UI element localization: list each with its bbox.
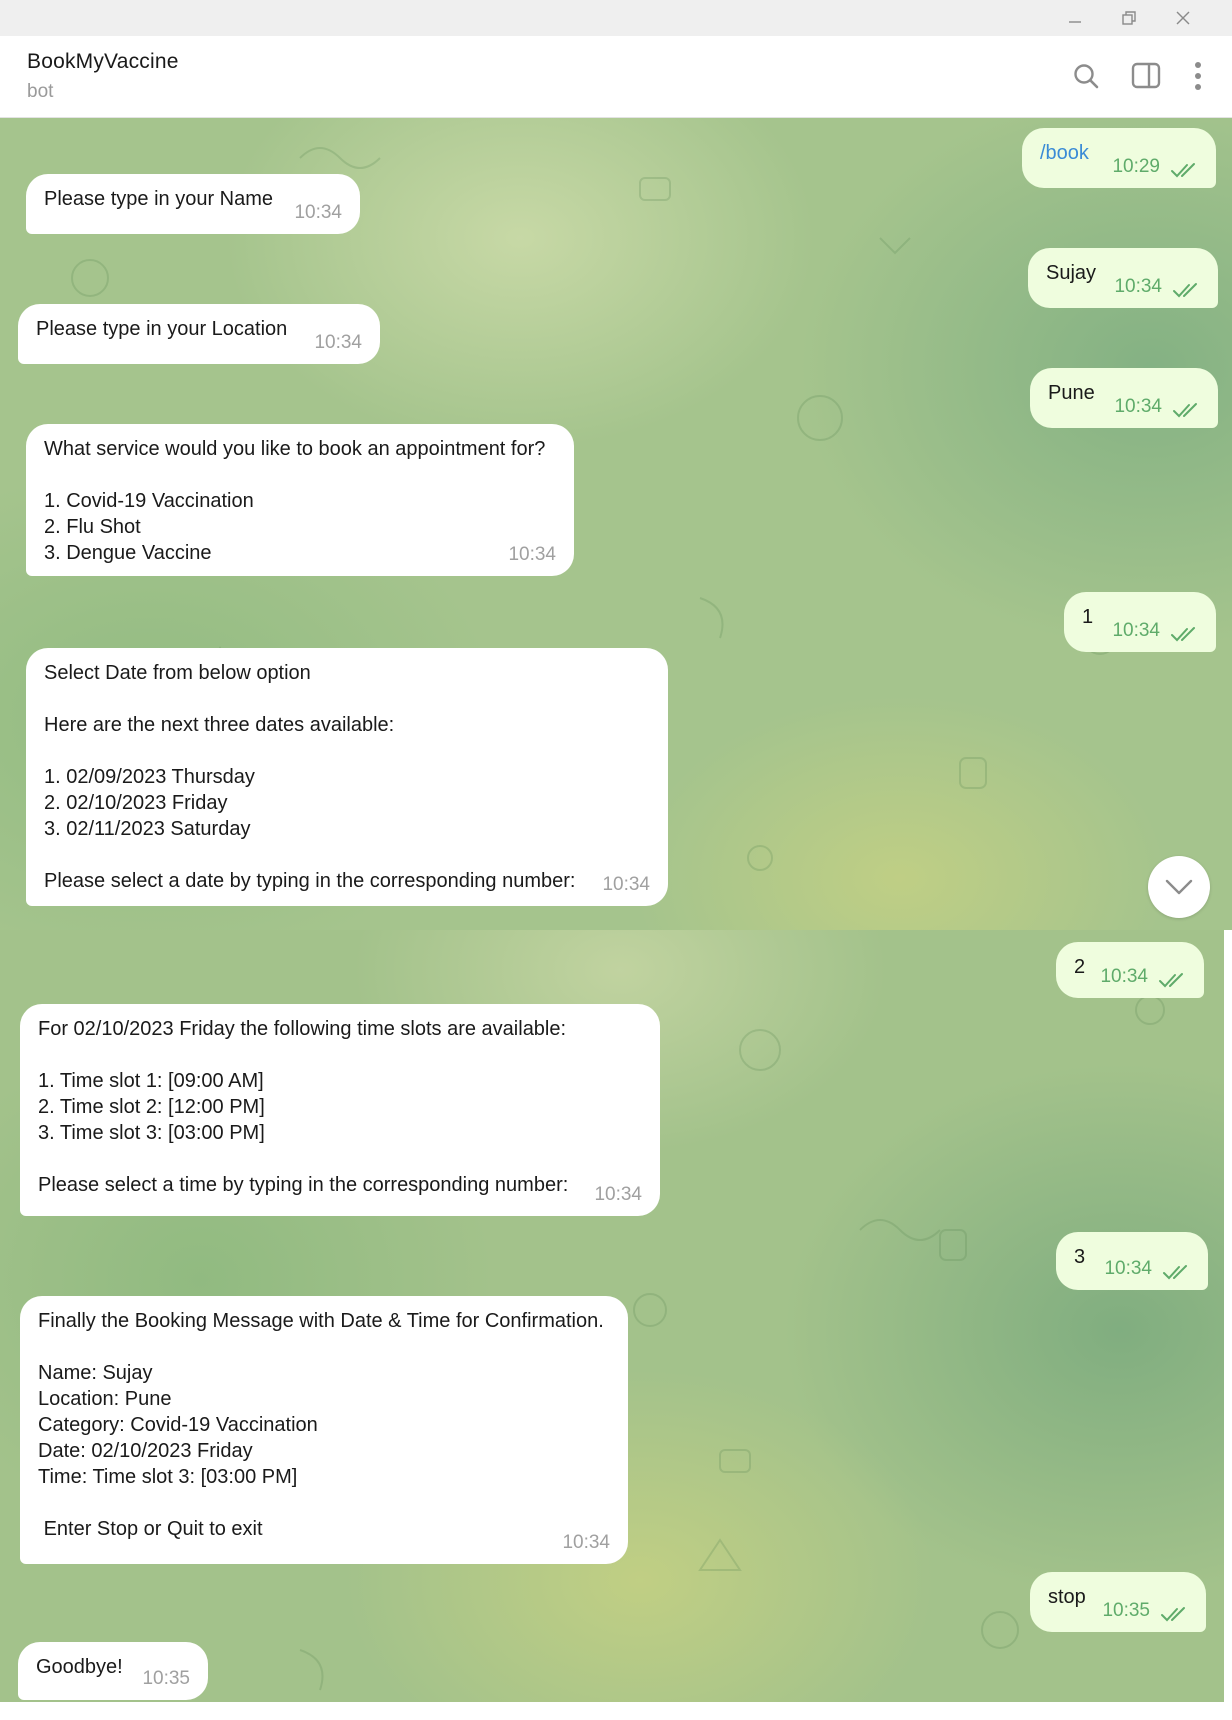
minimize-icon: [1069, 21, 1081, 23]
outgoing-message[interactable]: 3 10:34: [1056, 1232, 1208, 1290]
incoming-message[interactable]: Finally the Booking Message with Date & …: [20, 1296, 628, 1564]
read-receipt-icon: [1163, 1265, 1187, 1280]
message-time: 10:34: [1114, 396, 1162, 417]
read-receipt-icon: [1173, 403, 1197, 418]
chevron-down-icon: [1165, 879, 1193, 895]
message-time: 10:34: [602, 874, 650, 895]
outgoing-message[interactable]: 1 10:34: [1064, 592, 1216, 652]
incoming-message[interactable]: Goodbye! 10:35: [18, 1642, 208, 1700]
close-icon: [1176, 11, 1190, 25]
message-time: 10:29: [1112, 156, 1160, 177]
read-receipt-icon: [1173, 283, 1197, 298]
chat-history-bottom[interactable]: 2 10:34 For 02/10/2023 Friday the followin…: [0, 930, 1224, 1702]
incoming-message[interactable]: For 02/10/2023 Friday the following time…: [20, 1004, 660, 1216]
sidebar-toggle-button[interactable]: [1126, 56, 1166, 96]
read-receipt-icon: [1159, 973, 1183, 988]
outgoing-message[interactable]: /book 10:29: [1022, 128, 1216, 188]
outgoing-message[interactable]: Pune 10:34: [1030, 368, 1218, 428]
message-time: 10:34: [294, 202, 342, 223]
message-text: For 02/10/2023 Friday the following time…: [38, 1018, 569, 1196]
outgoing-message[interactable]: 2 10:34: [1056, 942, 1204, 998]
outgoing-message[interactable]: Sujay 10:34: [1028, 248, 1218, 308]
window-titlebar: [0, 0, 1232, 36]
search-button[interactable]: [1066, 56, 1106, 96]
chat-status: bot: [27, 81, 54, 102]
minimize-button[interactable]: [1052, 0, 1098, 36]
chat-history-top[interactable]: /book 10:29 Please type in your Name 10:34 S…: [0, 118, 1232, 930]
restore-button[interactable]: [1106, 0, 1152, 36]
chat-title[interactable]: BookMyVaccine: [27, 50, 179, 74]
message-time: 10:34: [1100, 966, 1148, 987]
more-vert-icon: [1195, 62, 1201, 90]
incoming-message[interactable]: Please type in your Name 10:34: [26, 174, 360, 234]
more-options-button[interactable]: [1178, 56, 1218, 96]
message-time: 10:34: [562, 1532, 610, 1553]
incoming-message[interactable]: Please type in your Location 10:34: [18, 304, 380, 364]
message-time: 10:34: [1112, 620, 1160, 641]
message-text: Select Date from below option Here are t…: [44, 662, 576, 892]
scroll-down-button[interactable]: [1148, 856, 1210, 918]
message-text: What service would you like to book an a…: [44, 438, 546, 564]
incoming-message[interactable]: Select Date from below option Here are t…: [26, 648, 668, 906]
read-receipt-icon: [1171, 627, 1195, 642]
chat-header: BookMyVaccine bot: [0, 36, 1232, 118]
message-text: Finally the Booking Message with Date & …: [38, 1310, 604, 1540]
message-time: 10:35: [1102, 1600, 1150, 1621]
message-text: Please type in your Location: [36, 318, 288, 340]
message-time: 10:34: [1104, 1258, 1152, 1279]
message-time: 10:34: [594, 1184, 642, 1205]
message-time: 10:34: [508, 544, 556, 565]
message-time: 10:34: [314, 332, 362, 353]
message-time: 10:34: [1114, 276, 1162, 297]
sidebar-toggle-icon: [1131, 62, 1161, 89]
incoming-message[interactable]: What service would you like to book an a…: [26, 424, 574, 576]
close-button[interactable]: [1160, 0, 1206, 36]
search-icon: [1074, 64, 1099, 89]
message-time: 10:35: [142, 1668, 190, 1689]
restore-icon: [1122, 11, 1136, 25]
read-receipt-icon: [1161, 1607, 1185, 1622]
outgoing-message[interactable]: stop 10:35: [1030, 1572, 1206, 1632]
read-receipt-icon: [1171, 163, 1195, 178]
